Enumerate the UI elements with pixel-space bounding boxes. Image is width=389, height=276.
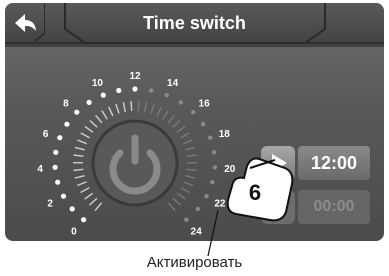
- callout-overlay: 6: [207, 157, 294, 257]
- callout-leader-line: [207, 209, 219, 257]
- callout-number: 6: [249, 180, 261, 205]
- callout-caption: Активировать: [146, 254, 243, 271]
